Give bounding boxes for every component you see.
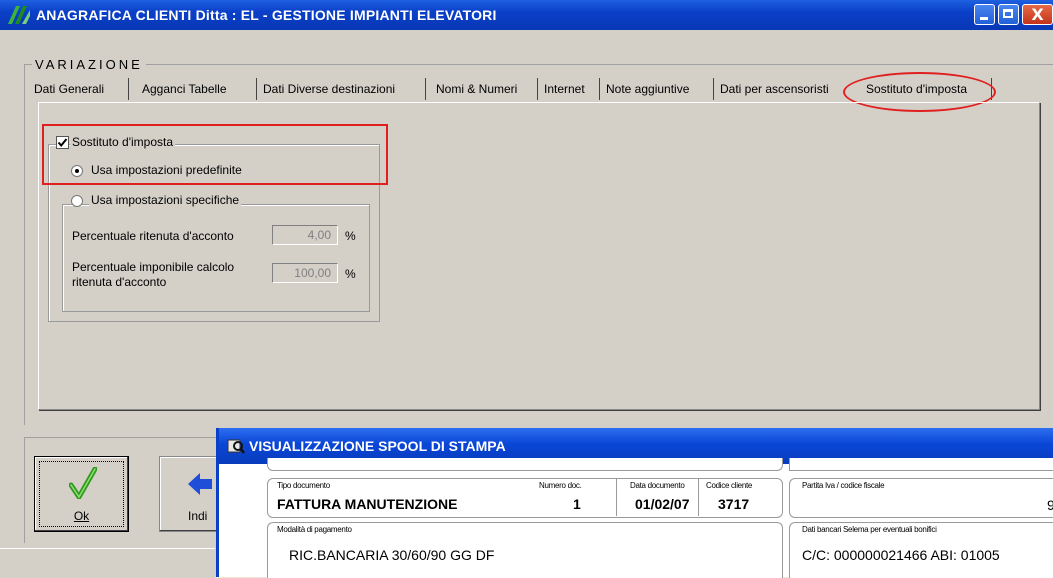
check-icon (69, 467, 97, 499)
numero-doc-value: 1 (573, 496, 581, 512)
title-bar: ANAGRAFICA CLIENTI Ditta : EL - GESTIONE… (0, 0, 1053, 30)
modalita-label: Modalità di pagamento (277, 525, 352, 534)
data-documento-value: 01/02/07 (635, 496, 690, 512)
tab-label: Internet (544, 82, 585, 96)
tab-label: Dati Diverse destinazioni (263, 82, 396, 96)
tab-dati-per-ascensoristi[interactable]: Dati per ascensoristi (714, 78, 854, 100)
tab-label: Dati Generali (34, 82, 105, 96)
tipo-documento-label: Tipo documento (277, 481, 330, 490)
doc-header-box-right (789, 458, 1053, 471)
numero-doc-label: Numero doc. (539, 481, 582, 490)
spool-title: VISUALIZZAZIONE SPOOL DI STAMPA (249, 438, 506, 454)
status-strip (0, 548, 215, 578)
ok-button[interactable]: Ok (34, 456, 129, 532)
tab-internet[interactable]: Internet (538, 78, 600, 100)
codice-cliente-label: Codice cliente (706, 481, 753, 490)
ritenuta-field[interactable]: 4,00 (272, 225, 338, 245)
app-logo-icon (8, 6, 30, 24)
tab-dati-generali[interactable]: Dati Generali (30, 78, 129, 100)
tab-agganci-tabelle[interactable]: Agganci Tabelle (132, 78, 257, 100)
tipo-documento-value: FATTURA MANUTENZIONE (277, 496, 458, 512)
ok-label: Ok (73, 509, 90, 523)
annotation-box (42, 124, 388, 185)
back-label: Indi (188, 509, 208, 523)
doc-header-box (267, 458, 783, 471)
tab-label: Nomi & Numeri (436, 82, 518, 96)
imponibile-field[interactable]: 100,00 (272, 263, 338, 283)
back-arrow-icon (188, 473, 212, 495)
imponibile-label-line2: ritenuta d'acconto (72, 275, 167, 289)
window-title: ANAGRAFICA CLIENTI Ditta : EL - GESTIONE… (36, 7, 497, 23)
imponibile-label-line1: Percentuale imponibile calcolo (72, 260, 235, 274)
tab-note-aggiuntive[interactable]: Note aggiuntive (600, 78, 714, 100)
tab-label: Dati per ascensoristi (720, 82, 829, 96)
imponibile-percent: % (345, 267, 356, 281)
dati-bancari-value: C/C: 000000021466 ABI: 01005 (802, 547, 1000, 563)
close-icon: X (1031, 5, 1044, 24)
doc-separator (698, 478, 699, 516)
tab-dati-diverse-destinazioni[interactable]: Dati Diverse destinazioni (259, 78, 426, 100)
partita-iva-label: Partita Iva / codice fiscale (802, 481, 885, 490)
variazione-label: VARIAZIONE (32, 57, 146, 72)
maximize-button[interactable] (998, 4, 1019, 25)
codice-cliente-value: 3717 (718, 496, 750, 512)
spool-document: Tipo documento FATTURA MANUTENZIONE Nume… (219, 458, 1053, 578)
dati-bancari-label: Dati bancari Selema per eventuali bonifi… (802, 525, 937, 534)
doc-separator (616, 478, 617, 516)
modalita-value: RIC.BANCARIA 30/60/90 GG DF (289, 547, 495, 563)
data-documento-label: Data documento (630, 481, 685, 490)
radio-specific-label: Usa impostazioni specifiche (89, 193, 242, 207)
close-button[interactable]: X (1022, 4, 1053, 25)
ritenuta-percent: % (345, 229, 356, 243)
ritenuta-label: Percentuale ritenuta d'acconto (72, 229, 234, 243)
tab-label: Note aggiuntive (606, 82, 690, 96)
specific-settings-group (62, 204, 370, 312)
tab-label: Agganci Tabelle (142, 82, 227, 96)
spool-window: VISUALIZZAZIONE SPOOL DI STAMPA Tipo doc… (216, 428, 1053, 578)
tab-nomi-numeri[interactable]: Nomi & Numeri (430, 78, 538, 100)
print-preview-icon (227, 439, 245, 454)
minimize-button[interactable] (974, 4, 995, 25)
radio-specific-settings[interactable] (71, 195, 83, 207)
partita-iva-value: 9 (1047, 497, 1053, 513)
